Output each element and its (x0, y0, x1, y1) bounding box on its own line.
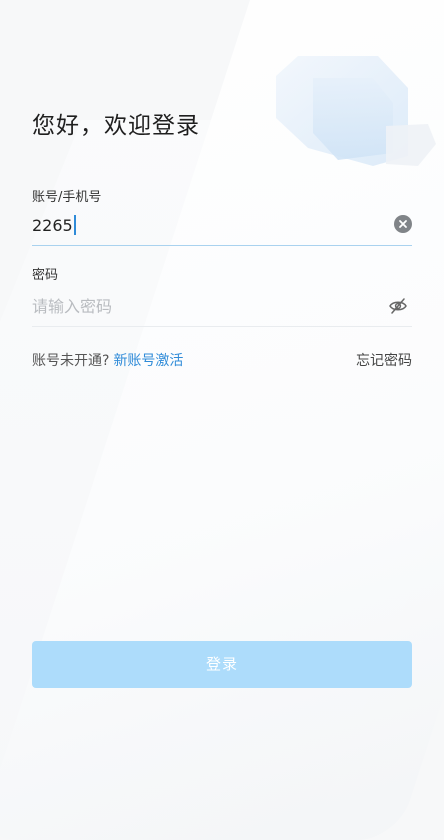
text-caret (73, 215, 76, 235)
cube-decoration-icon (276, 56, 436, 166)
password-field-label: 密码 (32, 268, 59, 283)
page-title: 您好，欢迎登录 (32, 113, 200, 139)
account-input-value[interactable]: 2265 (32, 215, 76, 235)
account-field-label: 账号/手机号 (32, 190, 102, 205)
password-input-row (32, 286, 412, 327)
account-links-row: 账号未开通? 新账号激活 忘记密码 (32, 350, 412, 370)
activate-account-link[interactable]: 新账号激活 (113, 353, 183, 369)
login-button[interactable]: 登录 (32, 641, 412, 688)
clear-circle-icon[interactable] (394, 215, 412, 233)
password-input[interactable] (32, 286, 372, 326)
account-input[interactable]: 2265 (32, 205, 412, 246)
forgot-password-link[interactable]: 忘记密码 (356, 350, 412, 370)
eye-off-icon[interactable] (388, 297, 408, 315)
not-activated-text: 账号未开通? (32, 353, 110, 369)
